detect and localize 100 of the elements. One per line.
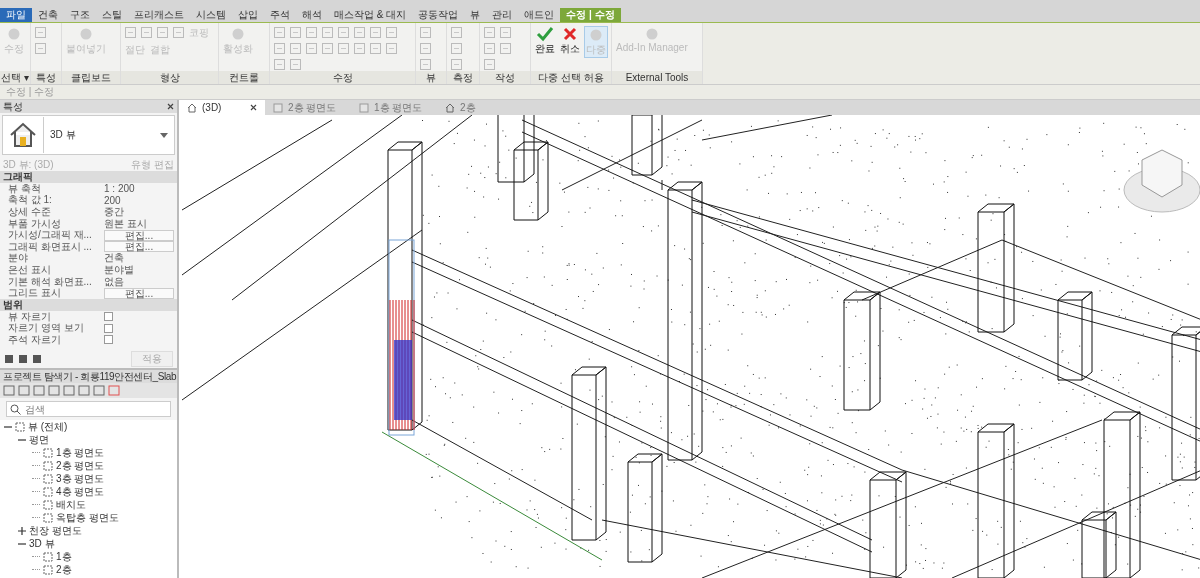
tool-icon[interactable] [321, 26, 334, 39]
tool-icon[interactable] [369, 26, 382, 39]
tree-item[interactable]: 1층 평면도 [56, 445, 105, 460]
plus-icon[interactable] [18, 526, 26, 535]
tool-icon[interactable] [499, 26, 512, 39]
tree-item[interactable]: 2층 [56, 562, 72, 577]
ribbon-tab[interactable]: 프리캐스트 [128, 8, 190, 22]
tool-icon[interactable] [419, 26, 432, 39]
edit-button[interactable]: 편집... [104, 241, 174, 253]
tool-icon[interactable] [483, 58, 496, 71]
tool-icon[interactable] [450, 26, 463, 39]
view-icon [43, 564, 53, 575]
view-cube-icon[interactable] [1123, 149, 1200, 213]
tool-icon[interactable] [273, 42, 286, 55]
tool-icon[interactable] [419, 58, 432, 71]
tool-icon[interactable] [450, 58, 463, 71]
toolbar-icon[interactable] [93, 385, 105, 396]
type-selector[interactable]: 3D 뷰 [2, 115, 175, 155]
tree-item[interactable]: 배치도 [56, 497, 86, 512]
house-icon [445, 102, 455, 113]
ribbon-tab[interactable]: 구조 [64, 8, 96, 22]
ribbon-tab[interactable]: 애드인 [518, 8, 561, 22]
ribbon-tab[interactable]: 건축 [32, 8, 64, 22]
edit-button[interactable]: 편집... [104, 229, 174, 241]
toolbar-icon[interactable] [3, 385, 15, 396]
ribbon-tab[interactable]: 관리 [486, 8, 519, 22]
panel-title: External Tools [612, 71, 702, 84]
property-value: 중간 [104, 205, 124, 219]
tool-icon[interactable] [385, 26, 398, 39]
toolbar-icon[interactable] [48, 385, 60, 396]
tool-icon[interactable] [124, 26, 137, 39]
panel-title: 다중 선택 허용 [531, 71, 611, 84]
ribbon-tab[interactable]: 주석 [264, 8, 296, 22]
property-label: 그래픽 화면표시 ... [8, 240, 93, 253]
tree-item[interactable]: 뷰 (전체) [28, 420, 68, 434]
toolbar-icon[interactable] [33, 385, 45, 396]
tool-icon[interactable] [172, 26, 185, 39]
checkbox[interactable] [104, 312, 113, 322]
checkbox[interactable] [104, 335, 113, 345]
tool-icon[interactable] [419, 42, 432, 55]
tree-item[interactable]: 옥탑층 평면도 [56, 510, 119, 525]
ribbon-tab[interactable]: 파일 [0, 8, 32, 22]
tool-icon[interactable] [483, 26, 496, 39]
tool-icon[interactable] [156, 26, 169, 39]
tool-icon[interactable] [289, 26, 302, 39]
ribbon-tab[interactable]: 스틸 [96, 8, 128, 22]
toolbar-icon[interactable] [78, 385, 90, 396]
tree-item[interactable]: 3D 뷰 [29, 536, 55, 551]
ribbon-tab[interactable]: 공동작업 [412, 8, 465, 22]
tool-icon[interactable] [353, 26, 366, 39]
tool-icon[interactable] [289, 42, 302, 55]
tool-icon[interactable] [34, 42, 47, 55]
property-label: 주석 자르기 [8, 333, 62, 347]
ribbon-tab[interactable]: 시스템 [190, 8, 232, 22]
tool-icon[interactable] [353, 42, 366, 55]
tool-icon[interactable] [337, 26, 350, 39]
tool-icon[interactable] [337, 42, 350, 55]
close-icon[interactable] [250, 104, 257, 111]
section-header[interactable]: 범위 [0, 298, 177, 311]
panel-title: 측정 [447, 71, 479, 84]
tool-icon[interactable] [321, 42, 334, 55]
edit-button[interactable]: 편집... [104, 287, 174, 299]
tree-item[interactable]: 1층 [56, 549, 72, 564]
section-header[interactable]: 그래픽 [0, 171, 177, 183]
toolbar-icon[interactable] [18, 385, 30, 396]
toolbar-icons[interactable] [4, 354, 44, 364]
tool-icon[interactable] [499, 42, 512, 55]
tool-icon[interactable] [450, 42, 463, 55]
tree-item[interactable]: 2층 평면도 [56, 458, 105, 473]
tool-icon[interactable] [305, 26, 318, 39]
panel-title: 컨트롤 [219, 71, 269, 84]
tree-item[interactable]: 4층 평면도 [56, 484, 105, 499]
ribbon-tab[interactable]: 뷰 [464, 8, 487, 22]
tool-icon[interactable] [483, 42, 496, 55]
checkbox[interactable] [104, 323, 113, 333]
toolbar-icon[interactable] [108, 385, 120, 396]
tool-icon[interactable] [140, 26, 153, 39]
tree-item[interactable]: 3층 평면도 [56, 471, 105, 486]
tool-icon[interactable] [34, 26, 47, 39]
ribbon-tab[interactable]: 매스작업 & 대지 [328, 8, 413, 22]
tool-icon[interactable] [385, 42, 398, 55]
tool-icon[interactable] [273, 58, 286, 71]
panel-title: 특성 [3, 100, 23, 113]
search-field[interactable]: 검색 [6, 401, 171, 417]
view-icon [43, 512, 53, 523]
tool-icon[interactable] [305, 42, 318, 55]
tool-icon[interactable] [289, 58, 302, 71]
toolbar-icon[interactable] [63, 385, 75, 396]
tool-button[interactable]: 완료 [534, 26, 556, 58]
ribbon-tab[interactable]: 삽입 [232, 8, 264, 22]
tool-icon[interactable] [273, 26, 286, 39]
view-icon [43, 499, 53, 510]
property-label: 축척 값 1: [8, 194, 53, 207]
tree-item[interactable]: 평면 [29, 432, 49, 447]
tool-button[interactable]: 취소 [559, 26, 581, 58]
ribbon-tab[interactable]: 해석 [296, 8, 328, 22]
tool-icon[interactable] [369, 42, 382, 55]
view-tab[interactable]: (3D) [179, 100, 265, 115]
close-icon[interactable] [167, 103, 174, 110]
tree-item[interactable]: 천장 평면도 [29, 523, 82, 538]
